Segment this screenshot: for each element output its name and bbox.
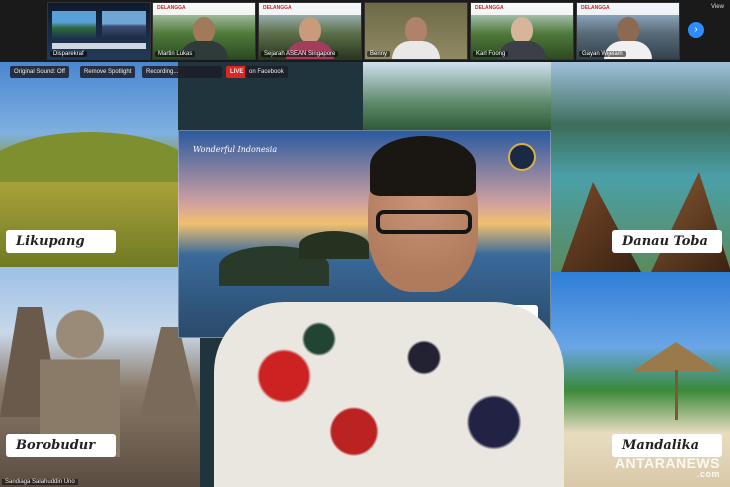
roof-shape bbox=[561, 182, 641, 272]
participant-strip: Disparekraf DELANGGA Martin Lukas DELANG… bbox=[0, 0, 730, 62]
participant-face bbox=[511, 17, 533, 43]
participant-tile[interactable]: DELANGGA Karl Foong bbox=[470, 2, 574, 60]
participant-face bbox=[299, 17, 321, 43]
grass-shape bbox=[0, 182, 178, 267]
participant-name: Martin Lukas bbox=[155, 51, 196, 57]
next-page-arrow-icon[interactable]: › bbox=[688, 22, 704, 38]
participant-face bbox=[193, 17, 215, 43]
stupa-shape bbox=[140, 327, 200, 417]
participant-name: Sejarah ASEAN Singapore bbox=[261, 51, 339, 57]
umbrella-pole bbox=[675, 370, 678, 420]
destination-label-likupang: Likupang bbox=[6, 230, 116, 253]
destination-label-mandalika: Mandalika bbox=[612, 434, 722, 457]
participant-tile[interactable]: DELANGGA Martin Lukas bbox=[152, 2, 256, 60]
glasses-icon bbox=[376, 210, 472, 234]
participant-name: Karl Foong bbox=[473, 51, 509, 57]
shared-screen: Likupang Danau Toba Borobudur Mandalika … bbox=[0, 62, 730, 487]
speaker-name-caption: Sandiaga Salahuddin Uno bbox=[2, 479, 78, 485]
participant-face bbox=[617, 17, 639, 43]
event-banner: DELANGGA bbox=[577, 3, 679, 15]
recording-indicator[interactable]: Recording... bbox=[142, 66, 222, 78]
participant-tile[interactable]: DELANGGA Gayan Wijelam bbox=[576, 2, 680, 60]
presenter-hair bbox=[370, 136, 476, 196]
original-sound-toggle[interactable]: Original Sound: Off bbox=[10, 66, 69, 78]
remove-spotlight-button[interactable]: Remove Spotlight bbox=[80, 66, 136, 78]
presenter-video bbox=[200, 132, 564, 487]
scene-mountain-top bbox=[363, 62, 551, 130]
umbrella-shape bbox=[631, 342, 721, 372]
participant-face bbox=[405, 17, 427, 43]
view-label[interactable]: View bbox=[711, 4, 724, 10]
presenter-shirt bbox=[214, 302, 564, 487]
live-destination[interactable]: on Facebook bbox=[245, 66, 288, 78]
destination-label-danau-toba: Danau Toba bbox=[612, 230, 722, 253]
roof-shape bbox=[651, 172, 730, 272]
event-banner: DELANGGA bbox=[471, 3, 573, 15]
participant-tile[interactable]: DELANGGA Sejarah ASEAN Singapore bbox=[258, 2, 362, 60]
participant-tile-screen[interactable]: Disparekraf bbox=[47, 2, 151, 60]
participant-name: Disparekraf bbox=[50, 51, 87, 57]
participant-name: Gayan Wijelam bbox=[579, 51, 626, 57]
thumb-caption-bar bbox=[52, 43, 146, 49]
participant-body bbox=[392, 41, 440, 59]
participant-tile[interactable]: Benny bbox=[364, 2, 468, 60]
participant-name: Benny bbox=[367, 51, 391, 57]
event-banner: DELANGGA bbox=[259, 3, 361, 15]
antaranews-watermark: ANTARANEWS .com bbox=[614, 455, 720, 479]
destination-label-borobudur: Borobudur bbox=[6, 434, 116, 457]
thumb-right bbox=[102, 11, 146, 39]
event-banner: DELANGGA bbox=[153, 3, 255, 15]
thumb-left bbox=[52, 11, 96, 39]
